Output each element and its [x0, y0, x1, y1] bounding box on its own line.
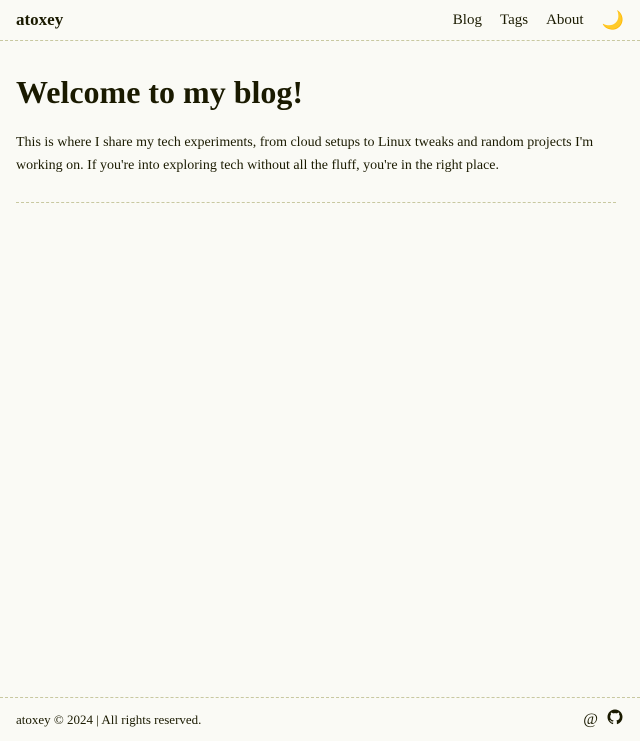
site-header: atoxey Blog Tags About 🌙	[0, 0, 640, 41]
nav-tags[interactable]: Tags	[500, 12, 528, 29]
github-icon[interactable]	[606, 708, 624, 731]
page-description: This is where I share my tech experiment…	[16, 131, 616, 202]
page-heading: Welcome to my blog!	[16, 73, 624, 111]
nav-blog[interactable]: Blog	[453, 12, 482, 29]
main-nav: Blog Tags About 🌙	[453, 11, 624, 29]
theme-toggle-button[interactable]: 🌙	[602, 11, 624, 29]
email-icon[interactable]: @	[583, 711, 598, 729]
site-footer: atoxey © 2024 | All rights reserved. @	[0, 697, 640, 741]
footer-copyright: atoxey © 2024 | All rights reserved.	[16, 712, 201, 728]
site-title[interactable]: atoxey	[16, 10, 63, 30]
footer-icons: @	[583, 708, 624, 731]
main-content: Welcome to my blog! This is where I shar…	[0, 41, 640, 227]
nav-about[interactable]: About	[546, 12, 584, 29]
